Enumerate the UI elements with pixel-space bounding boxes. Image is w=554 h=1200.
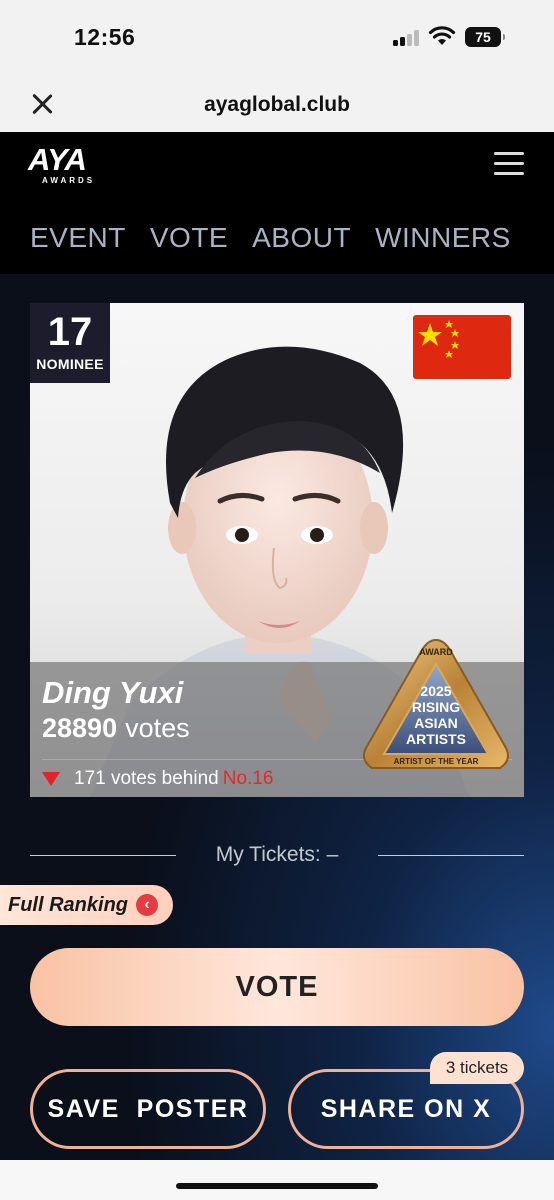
award-line1: RISING — [412, 699, 460, 715]
votes-label: votes — [125, 713, 190, 743]
wifi-icon — [428, 26, 456, 45]
menu-icon[interactable] — [494, 152, 524, 176]
cellular-signal-icon — [393, 30, 421, 46]
down-triangle-icon — [42, 772, 60, 786]
behind-rank: No.16 — [222, 768, 274, 789]
save-poster-button[interactable]: SAVE POSTER — [30, 1069, 266, 1149]
battery-icon: 75 — [465, 27, 505, 47]
status-bar: 12:56 75 — [0, 0, 554, 78]
browser-url-bar: ayaglobal.club — [0, 78, 554, 132]
battery-level: 75 — [475, 29, 491, 45]
main-nav: EVENT VOTE ABOUT WINNERS — [30, 222, 535, 254]
logo-subtext: AWARDS — [42, 176, 96, 185]
save-poster-label: SAVE POSTER — [47, 1094, 249, 1123]
nominee-votes: 28890 votes — [42, 713, 190, 744]
nominee-name: Ding Yuxi — [42, 675, 184, 710]
site-header: AYA AWARDS EVENT VOTE ABOUT WINNERS — [0, 132, 554, 274]
home-indicator — [176, 1183, 378, 1189]
share-tickets-badge: 3 tickets — [430, 1052, 524, 1084]
status-time: 12:56 — [74, 24, 136, 50]
nominee-card-overlay: Ding Yuxi 28890 votes 171 votes behind No… — [30, 303, 524, 797]
award-badge: AWARD 2025 RISING ASIAN ARTISTS ARTIST O… — [363, 638, 509, 769]
tickets-divider-right — [378, 855, 524, 856]
bottom-bar — [0, 1160, 554, 1200]
nav-event[interactable]: EVENT — [30, 222, 126, 254]
nav-about[interactable]: ABOUT — [252, 222, 351, 254]
award-ring-text: ARTIST OF THE YEAR — [394, 757, 479, 766]
vote-count: 28890 — [42, 713, 118, 743]
award-line3: ARTISTS — [406, 731, 466, 747]
full-ranking-button[interactable]: Full Ranking ‹ — [0, 885, 173, 925]
logo-mark: AYA — [28, 142, 87, 177]
url-text[interactable]: ayaglobal.club — [0, 93, 554, 117]
vote-button[interactable]: VOTE — [30, 948, 524, 1026]
votes-behind-row: 171 votes behind No.16 — [42, 768, 273, 790]
full-ranking-label: Full Ranking — [8, 893, 128, 916]
award-top-text: AWARD — [419, 647, 453, 657]
aya-awards-logo[interactable]: AYA AWARDS — [28, 144, 110, 194]
votes-behind-text: 171 votes behind — [74, 768, 219, 789]
my-tickets-row: My Tickets: – — [30, 843, 524, 869]
award-year: 2025 — [420, 683, 451, 699]
chevron-left-icon: ‹ — [136, 894, 158, 916]
nav-winners[interactable]: WINNERS — [375, 222, 511, 254]
award-line2: ASIAN — [414, 715, 458, 731]
nav-vote[interactable]: VOTE — [150, 222, 228, 254]
